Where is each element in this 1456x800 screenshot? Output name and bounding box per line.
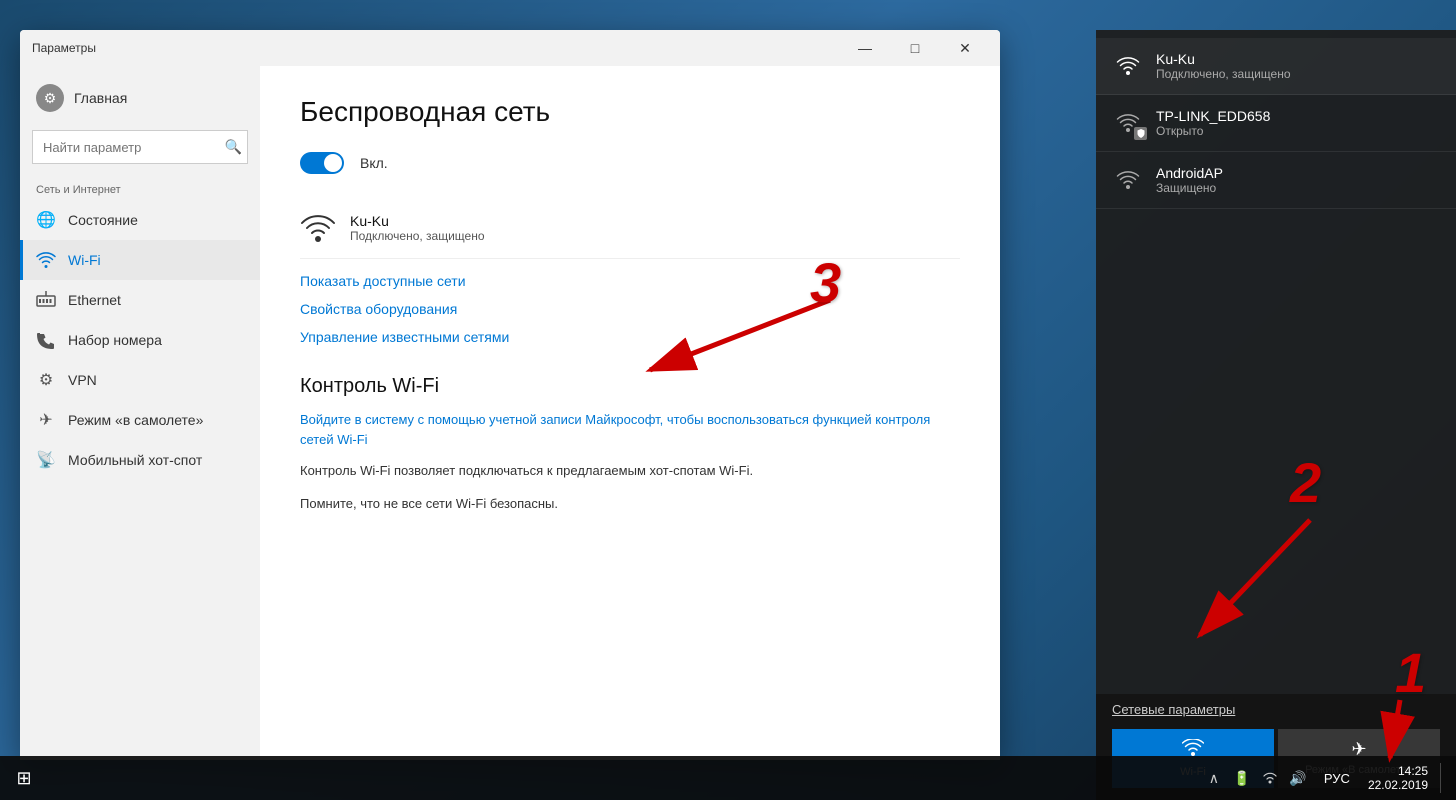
connected-network-item: Ku-Ku Подключено, защищено	[300, 198, 960, 259]
network-name: Ku-Ku	[350, 213, 485, 229]
minimize-button[interactable]: —	[842, 33, 888, 63]
wifi-sense-desc1: Контроль Wi-Fi позволяет подключаться к …	[300, 461, 960, 482]
maximize-button[interactable]: □	[892, 33, 938, 63]
show-desktop-icon[interactable]	[1440, 763, 1448, 793]
battery-icon: 🔋	[1230, 766, 1254, 790]
home-icon: ⚙	[36, 84, 64, 112]
show-networks-link[interactable]: Показать доступные сети	[300, 267, 466, 295]
search-box: 🔍	[32, 130, 248, 164]
wifi-toggle[interactable]	[300, 152, 344, 174]
network-wifi-icon	[300, 210, 336, 246]
taskbar-right: ∧ 🔋 🔊 РУС 14:25 22.02.2019	[1198, 763, 1456, 793]
sidebar-item-mobilehotspot[interactable]: 📡 Мобильный хот-спот	[20, 440, 260, 480]
hotspot-icon: 📡	[36, 450, 56, 470]
panel-network-kuku[interactable]: Ku-Ku Подключено, защищено	[1096, 38, 1456, 95]
panel-network-info-kuku: Ku-Ku Подключено, защищено	[1156, 51, 1291, 81]
sidebar-item-status[interactable]: 🌐 Состояние	[20, 200, 260, 240]
sidebar-item-airplane[interactable]: ✈ Режим «в самолете»	[20, 400, 260, 440]
phone-icon	[36, 330, 56, 350]
network-status: Подключено, защищено	[350, 229, 485, 243]
sidebar-item-wifi[interactable]: Wi-Fi	[20, 240, 260, 280]
panel-network-info-tplink: TP-LINK_EDD658 Открыто	[1156, 108, 1270, 138]
sidebar-item-dialup[interactable]: Набор номера	[20, 320, 260, 360]
panel-wifi-icon-tplink	[1112, 107, 1144, 139]
search-icon: 🔍	[225, 139, 242, 156]
title-bar-controls: — □ ✕	[842, 33, 988, 63]
taskbar: ⊞ ∧ 🔋 🔊 РУС 14:25 22.02.2019	[0, 756, 1456, 800]
desktop: Параметры — □ ✕ ⚙ Главная 🔍 Сеть и Интер…	[0, 0, 1456, 800]
title-bar: Параметры — □ ✕	[20, 30, 1000, 66]
start-button[interactable]: ⊞	[0, 756, 48, 800]
wifi-icon	[36, 250, 56, 270]
sidebar: ⚙ Главная 🔍 Сеть и Интернет 🌐 Состояние	[20, 66, 260, 760]
panel-network-info-androidap: AndroidAP Защищено	[1156, 165, 1223, 195]
airplane-icon: ✈	[36, 410, 56, 430]
sidebar-home-label: Главная	[74, 90, 127, 106]
wifi-sense-title: Контроль Wi-Fi	[300, 375, 960, 398]
vpn-icon: ⚙	[36, 370, 56, 390]
search-input[interactable]	[32, 130, 248, 164]
clock[interactable]: 14:25 22.02.2019	[1360, 764, 1436, 792]
manage-networks-link[interactable]: Управление известными сетями	[300, 323, 509, 351]
globe-icon: 🌐	[36, 210, 56, 230]
clock-date: 22.02.2019	[1368, 778, 1428, 792]
panel-network-tplink[interactable]: TP-LINK_EDD658 Открыто	[1096, 95, 1456, 152]
window-title: Параметры	[32, 41, 96, 55]
wifi-toggle-row: Вкл.	[300, 152, 960, 174]
adapter-properties-link[interactable]: Свойства оборудования	[300, 295, 457, 323]
sidebar-item-ethernet[interactable]: Ethernet	[20, 280, 260, 320]
network-icon[interactable]	[1258, 766, 1282, 790]
wifi-panel-networks: Ku-Ku Подключено, защищено	[1096, 30, 1456, 694]
volume-icon[interactable]: 🔊	[1286, 766, 1310, 790]
network-settings-link[interactable]: Сетевые параметры	[1112, 702, 1440, 717]
language-indicator[interactable]: РУС	[1318, 771, 1356, 786]
sidebar-item-vpn[interactable]: ⚙ VPN	[20, 360, 260, 400]
ethernet-icon	[36, 290, 56, 310]
panel-network-androidap[interactable]: AndroidAP Защищено	[1096, 152, 1456, 209]
clock-time: 14:25	[1368, 764, 1428, 778]
sidebar-home-item[interactable]: ⚙ Главная	[20, 74, 260, 122]
network-info: Ku-Ku Подключено, защищено	[350, 213, 485, 243]
taskbar-left: ⊞	[0, 756, 48, 800]
window-body: ⚙ Главная 🔍 Сеть и Интернет 🌐 Состояние	[20, 66, 1000, 760]
wifi-sense-desc2: Помните, что не все сети Wi-Fi безопасны…	[300, 494, 960, 515]
panel-wifi-icon-kuku	[1112, 50, 1144, 82]
wifi-panel: Ku-Ku Подключено, защищено	[1096, 30, 1456, 800]
chevron-up-icon[interactable]: ∧	[1202, 766, 1226, 790]
toggle-label: Вкл.	[360, 155, 388, 171]
taskbar-system-icons: ∧ 🔋 🔊	[1198, 766, 1314, 790]
close-button[interactable]: ✕	[942, 33, 988, 63]
panel-wifi-icon-androidap	[1112, 164, 1144, 196]
page-title: Беспроводная сеть	[300, 96, 960, 128]
main-content: Беспроводная сеть Вкл.	[260, 66, 1000, 760]
sidebar-section-label: Сеть и Интернет	[20, 172, 260, 200]
settings-window: Параметры — □ ✕ ⚙ Главная 🔍 Сеть и Интер…	[20, 30, 1000, 760]
wifi-sense-login-link[interactable]: Войдите в систему с помощью учетной запи…	[300, 410, 960, 449]
